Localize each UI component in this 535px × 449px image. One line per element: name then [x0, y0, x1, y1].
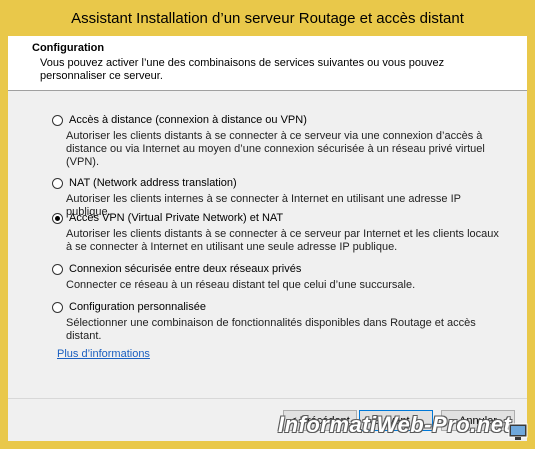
- option-custom-configuration[interactable]: Configuration personnalisée Sélectionner…: [52, 300, 502, 343]
- footer-divider: [8, 398, 527, 399]
- wizard-client-area: Configuration Vous pouvez activer l’une …: [8, 36, 527, 441]
- radio-secure-connection[interactable]: [52, 263, 63, 275]
- wizard-window: Assistant Installation d’un serveur Rout…: [0, 0, 535, 449]
- more-info-link[interactable]: Plus d’informations: [57, 348, 150, 360]
- radio-vpn-nat[interactable]: [52, 212, 63, 224]
- page-title: Configuration: [32, 42, 105, 54]
- option-label[interactable]: Accès VPN (Virtual Private Network) et N…: [69, 212, 283, 224]
- watermark-logo-icon: [508, 423, 528, 440]
- option-vpn-nat[interactable]: Accès VPN (Virtual Private Network) et N…: [52, 211, 502, 254]
- option-remote-access[interactable]: Accès à distance (connexion à distance o…: [52, 113, 502, 169]
- option-description: Connecter ce réseau à un réseau distant …: [66, 279, 416, 291]
- option-description: Autoriser les clients distants à se conn…: [66, 130, 485, 168]
- option-secure-connection[interactable]: Connexion sécurisée entre deux réseaux p…: [52, 262, 502, 292]
- radio-nat[interactable]: [52, 177, 63, 189]
- radio-remote-access[interactable]: [52, 114, 63, 126]
- option-label[interactable]: Connexion sécurisée entre deux réseaux p…: [69, 263, 301, 275]
- option-label[interactable]: Configuration personnalisée: [69, 301, 206, 313]
- option-description: Sélectionner une combinaison de fonction…: [66, 317, 476, 342]
- option-label[interactable]: NAT (Network address translation): [69, 177, 237, 189]
- radio-custom-configuration[interactable]: [52, 301, 63, 313]
- wizard-header: Configuration Vous pouvez activer l’une …: [8, 36, 527, 91]
- window-title: Assistant Installation d’un serveur Rout…: [71, 9, 464, 27]
- page-description: Vous pouvez activer l’une des combinaiso…: [40, 57, 445, 82]
- watermark-text: InformatiWeb-Pro.net: [278, 412, 512, 437]
- option-description: Autoriser les clients distants à se conn…: [66, 228, 499, 253]
- option-label[interactable]: Accès à distance (connexion à distance o…: [69, 114, 307, 126]
